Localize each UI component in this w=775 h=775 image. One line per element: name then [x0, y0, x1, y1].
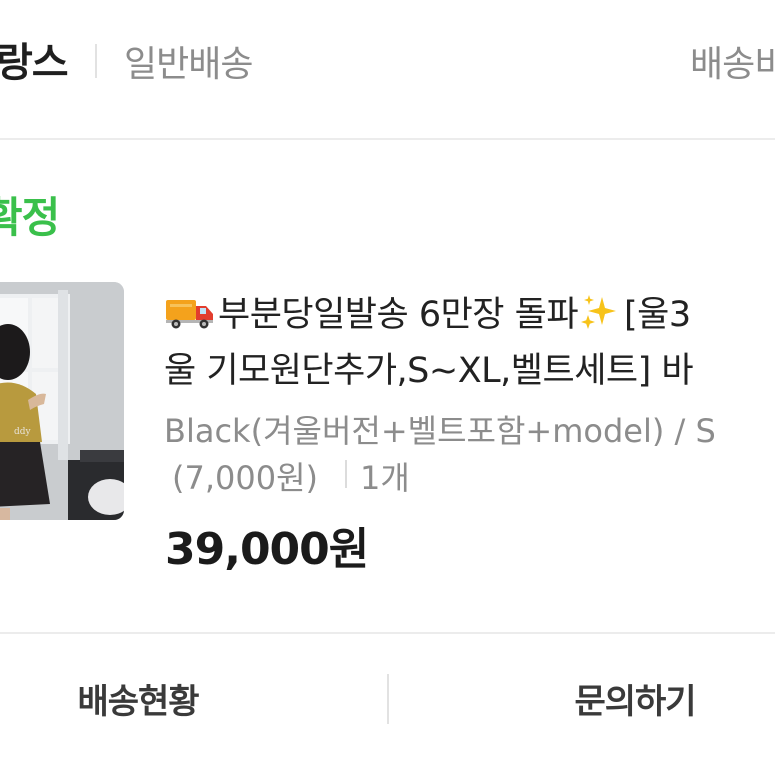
option-extra-price: (7,000원)	[172, 459, 319, 497]
quantity-label: 1개	[360, 459, 410, 497]
sparkles-icon	[580, 293, 618, 340]
product-title-text-1: 부분당일발송 6만장 돌파	[218, 295, 579, 335]
actions-divider	[387, 674, 389, 724]
product-title-suffix: [울3	[624, 295, 691, 335]
header-divider	[95, 44, 97, 78]
shipping-fee-link[interactable]: 배송비	[690, 35, 775, 87]
product-title-line-1[interactable]: 부분당일발송 6만장 돌파 [울3	[164, 286, 691, 340]
product-option: Black(겨울버전+벨트포함+model) / S	[164, 412, 716, 450]
product-title-line-2[interactable]: 울 기모원단추가,S~XL,벨트세트] 바	[164, 342, 694, 393]
delivery-truck-icon	[164, 296, 216, 339]
option-separator	[345, 460, 347, 488]
order-status-label: 확정	[0, 193, 60, 242]
svg-text:ddy: ddy	[14, 427, 32, 437]
product-thumbnail[interactable]: ddy	[0, 282, 124, 520]
seller-header: 랑스 일반배송 배송비	[0, 0, 775, 140]
inquiry-button[interactable]: 문의하기	[390, 634, 775, 762]
tracking-button[interactable]: 배송현황	[0, 634, 276, 762]
order-actions-bar: 배송현황 문의하기	[0, 632, 775, 775]
product-photo: ddy	[0, 282, 124, 520]
shipping-type-label: 일반배송	[124, 44, 253, 85]
seller-name[interactable]: 랑스	[0, 30, 69, 88]
order-item-card: 랑스 일반배송 배송비 확정 ddy 부분당일발송 6만장 돌파 [울3 울 기…	[0, 0, 775, 775]
product-price: 39,000원	[165, 524, 369, 575]
